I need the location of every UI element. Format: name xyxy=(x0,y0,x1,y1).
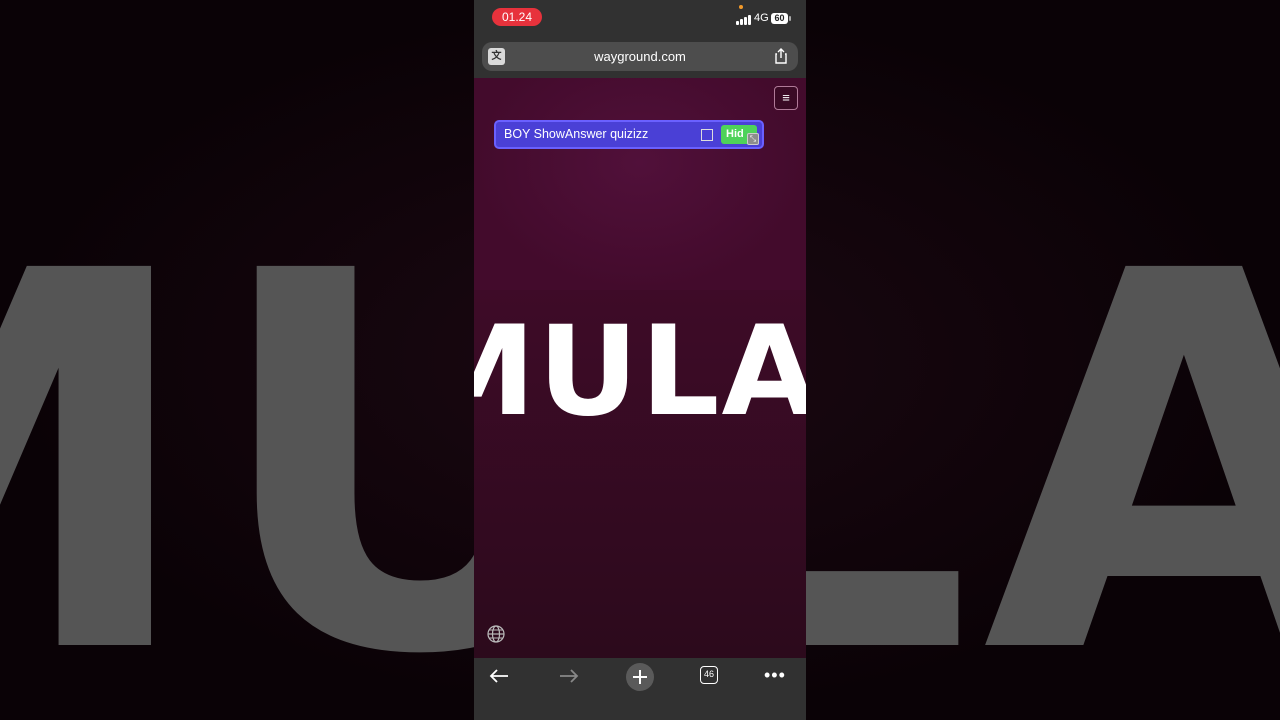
quiz-helper-panel[interactable]: BOY ShowAnswer quizizz Hid ⤡ xyxy=(494,120,764,149)
browser-header: 文 wayground.com xyxy=(474,38,806,78)
mic-indicator-icon xyxy=(739,5,743,9)
page-header-area xyxy=(474,78,806,290)
start-button-text[interactable]: MULAI xyxy=(474,310,806,434)
hamburger-icon: ≡ xyxy=(782,90,790,105)
share-icon[interactable] xyxy=(772,47,790,65)
browser-toolbar: 46 ••• xyxy=(474,658,806,720)
back-arrow-icon[interactable] xyxy=(488,664,510,688)
tabs-button[interactable]: 46 xyxy=(700,666,718,684)
network-type: 4G xyxy=(754,12,769,24)
panel-title: BOY ShowAnswer quizizz xyxy=(504,127,649,141)
plus-icon xyxy=(633,670,647,684)
resize-icon[interactable]: ⤡ xyxy=(747,133,759,145)
more-options-icon[interactable]: ••• xyxy=(764,666,786,684)
signal-icon xyxy=(736,13,752,25)
address-bar[interactable]: 文 wayground.com xyxy=(482,42,798,71)
status-bar: 01.24 4G 60 xyxy=(474,0,806,38)
web-page: ≡ BOY ShowAnswer quizizz Hid ⤡ MULAI xyxy=(474,78,806,658)
url-text[interactable]: wayground.com xyxy=(522,42,758,71)
phone-screen: 01.24 4G 60 文 wayground.com ≡ BOY ShowAn… xyxy=(474,0,806,720)
globe-icon[interactable] xyxy=(486,624,506,644)
translate-icon[interactable]: 文 xyxy=(488,48,505,65)
show-answer-checkbox[interactable] xyxy=(701,129,713,141)
menu-button[interactable]: ≡ xyxy=(774,86,798,110)
status-time: 01.24 xyxy=(492,8,542,26)
forward-arrow-icon[interactable] xyxy=(558,664,580,688)
new-tab-button[interactable] xyxy=(626,663,654,691)
battery-icon: 60 xyxy=(771,13,791,24)
